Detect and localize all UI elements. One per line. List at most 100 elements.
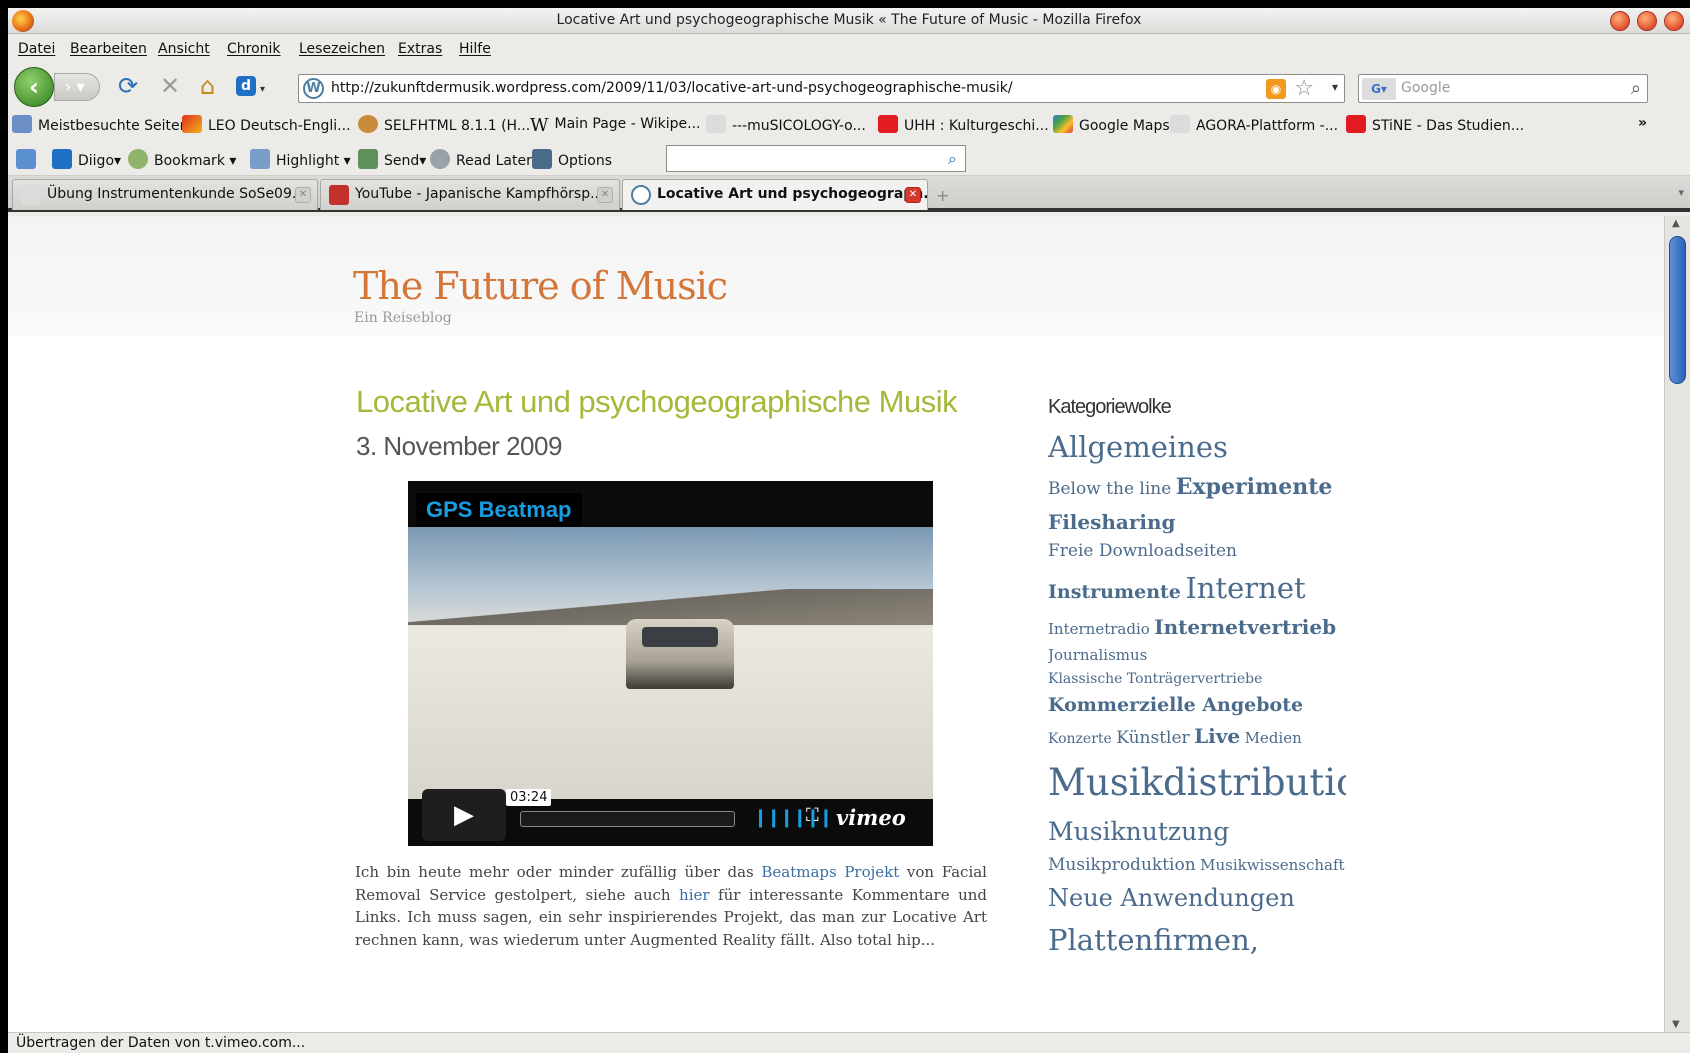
- minimize-button[interactable]: [1610, 11, 1630, 31]
- new-tab-icon[interactable]: +: [936, 186, 949, 205]
- forward-button[interactable]: › ▾: [54, 73, 100, 101]
- fullscreen-icon[interactable]: ⛶: [806, 805, 819, 826]
- bookmark-selfhtml[interactable]: SELFHTML 8.1.1 (H...: [358, 115, 530, 134]
- bookmark-meistbesuchte[interactable]: Meistbesuchte Seiten: [12, 115, 189, 134]
- diigo-menu-button[interactable]: Diigo▾: [52, 149, 121, 169]
- category-tag[interactable]: Kommerzielle Angebote: [1048, 694, 1303, 716]
- wordpress-site-icon[interactable]: W: [303, 78, 324, 99]
- vertical-scrollbar[interactable]: ▲ ▼: [1664, 216, 1690, 1032]
- tab-list-icon[interactable]: ▾: [1678, 186, 1684, 199]
- status-text: Übertragen der Daten von t.vimeo.com...: [16, 1035, 306, 1051]
- bookmarks-toolbar: Meistbesuchte Seiten LEO Deutsch-Engli..…: [8, 108, 1690, 140]
- category-tag[interactable]: Medien: [1245, 729, 1302, 747]
- status-bar: Übertragen der Daten von t.vimeo.com...: [8, 1032, 1690, 1053]
- diigo-read-later-button[interactable]: Read Later: [430, 149, 532, 169]
- category-tag[interactable]: Journalismus: [1048, 646, 1147, 664]
- category-tag[interactable]: Musikdistribution: [1048, 761, 1346, 804]
- vimeo-logo[interactable]: vimeo: [836, 805, 906, 830]
- bookmark-agora[interactable]: AGORA-Plattform -...: [1170, 115, 1338, 134]
- category-tag[interactable]: Internetradio: [1048, 620, 1150, 638]
- back-button[interactable]: ‹: [14, 67, 54, 107]
- diigo-icon[interactable]: d: [236, 76, 256, 96]
- tab-youtube[interactable]: YouTube - Japanische Kampfhörsp... ✕: [320, 179, 620, 210]
- category-tag[interactable]: Musiknutzung: [1048, 817, 1229, 846]
- tab-close-icon[interactable]: ✕: [905, 187, 921, 203]
- bookmark-star-icon[interactable]: ☆: [1294, 76, 1314, 101]
- stop-icon[interactable]: ✕: [160, 74, 180, 98]
- category-tag[interactable]: Klassische Tonträgervertriebe: [1048, 671, 1262, 687]
- post-body: Ich bin heute mehr oder minder zufällig …: [355, 863, 988, 949]
- category-tag[interactable]: Musikproduktion: [1048, 855, 1196, 875]
- category-cloud: Allgemeines Below the line Experimente F…: [1048, 424, 1346, 1032]
- blog-title[interactable]: The Future of Music: [353, 264, 728, 308]
- bookmark-musicology[interactable]: ---muSICOLOGY-o...: [706, 115, 866, 134]
- menu-datei[interactable]: Datei: [18, 41, 55, 57]
- tab-locative-art[interactable]: Locative Art und psychogeograph... ✕: [622, 179, 928, 210]
- google-engine-icon[interactable]: G▾: [1362, 78, 1396, 100]
- bookmarks-overflow-button[interactable]: »: [1638, 115, 1647, 131]
- category-tag[interactable]: Musikwissenschaft: [1200, 856, 1344, 874]
- send-icon: [358, 149, 378, 169]
- category-tag[interactable]: Internet: [1185, 571, 1305, 605]
- diigo-toolbar: Diigo▾ Bookmark ▾ Highlight ▾ Send▾ Read…: [8, 140, 1690, 176]
- tab-close-icon[interactable]: ✕: [597, 187, 613, 203]
- url-history-dropdown-icon[interactable]: ▾: [1332, 80, 1338, 94]
- close-window-button[interactable]: [1664, 11, 1684, 31]
- search-placeholder[interactable]: Google: [1401, 80, 1450, 96]
- category-tag[interactable]: Live: [1194, 724, 1240, 748]
- menu-ansicht[interactable]: Ansicht: [158, 41, 210, 57]
- scroll-up-icon[interactable]: ▲: [1672, 218, 1680, 229]
- menu-hilfe[interactable]: Hilfe: [459, 41, 491, 57]
- menu-bar: Datei Bearbeiten Ansicht Chronik Lesezei…: [8, 34, 1690, 64]
- category-tag[interactable]: Below the line: [1048, 479, 1171, 499]
- tab-close-icon[interactable]: ✕: [295, 187, 311, 203]
- post-title[interactable]: Locative Art und psychogeographische Mus…: [356, 384, 958, 420]
- navigation-toolbar: ‹ › ▾ ⟳ ✕ ⌂ d ▾ W http://zukunftdermusik…: [8, 64, 1690, 108]
- video-player[interactable]: GPS Beatmap ▶ 03:24 ❙❙❙❙❙❙ ⛶ vimeo: [408, 481, 933, 846]
- hier-link[interactable]: hier: [679, 886, 710, 904]
- category-tag[interactable]: Internetvertrieb: [1154, 615, 1336, 639]
- rss-feed-icon[interactable]: ◉: [1266, 79, 1286, 99]
- scrollbar-thumb[interactable]: [1669, 236, 1686, 384]
- search-icon[interactable]: ⌕: [948, 149, 957, 169]
- bookmark-uhh[interactable]: UHH : Kulturgeschi...: [878, 115, 1049, 134]
- diigo-search-input[interactable]: ⌕: [666, 145, 966, 172]
- category-tag[interactable]: Künstler: [1116, 728, 1189, 748]
- beatmaps-link[interactable]: Beatmaps Projekt: [761, 863, 899, 881]
- category-tag[interactable]: Freie Downloadseiten: [1048, 541, 1237, 561]
- category-tag[interactable]: Neue Anwendungen: [1048, 884, 1295, 912]
- category-tag[interactable]: Plattenfirmen,: [1048, 923, 1259, 957]
- home-icon[interactable]: ⌂: [200, 74, 215, 98]
- menu-lesezeichen[interactable]: Lesezeichen: [299, 41, 385, 57]
- category-tag[interactable]: Konzerte: [1048, 731, 1112, 747]
- menu-bearbeiten[interactable]: Bearbeiten: [70, 41, 147, 57]
- search-bar[interactable]: G▾ Google ⌕: [1358, 74, 1648, 103]
- url-text[interactable]: http://zukunftdermusik.wordpress.com/200…: [331, 80, 1013, 96]
- chevron-down-icon[interactable]: ▾: [260, 78, 265, 102]
- bookmark-wikipedia[interactable]: W Main Page - Wikipe...: [530, 115, 701, 136]
- diigo-send-button[interactable]: Send▾: [358, 149, 426, 169]
- bookmark-leo[interactable]: LEO Deutsch-Engli...: [182, 115, 351, 134]
- category-tag[interactable]: Experimente: [1176, 474, 1333, 500]
- search-icon[interactable]: ⌕: [1631, 78, 1641, 99]
- video-progress-track[interactable]: [520, 811, 735, 827]
- bookmark-stine[interactable]: STiNE - Das Studien...: [1346, 115, 1524, 134]
- category-tag[interactable]: Allgemeines: [1048, 430, 1228, 464]
- tab-uebung[interactable]: Übung Instrumentenkunde SoSe09... ✕: [12, 179, 318, 210]
- maximize-button[interactable]: [1637, 11, 1657, 31]
- video-title[interactable]: GPS Beatmap: [416, 493, 582, 527]
- diigo-options-button[interactable]: Options: [532, 149, 612, 169]
- menu-extras[interactable]: Extras: [398, 41, 442, 57]
- diigo-highlight-button[interactable]: Highlight ▾: [250, 149, 351, 169]
- scroll-down-icon[interactable]: ▼: [1672, 1019, 1680, 1030]
- address-bar[interactable]: W http://zukunftdermusik.wordpress.com/2…: [298, 74, 1345, 103]
- diigo-bookmark-button[interactable]: Bookmark ▾: [128, 149, 236, 169]
- category-tag[interactable]: Instrumente: [1048, 581, 1181, 603]
- category-tag[interactable]: Filesharing: [1048, 510, 1176, 534]
- play-button[interactable]: ▶: [422, 789, 506, 841]
- bookmark-google-maps[interactable]: Google Maps: [1053, 115, 1170, 134]
- diigo-sidebar-icon[interactable]: [16, 149, 42, 169]
- reload-icon[interactable]: ⟳: [118, 74, 138, 98]
- menu-chronik[interactable]: Chronik: [227, 41, 281, 57]
- volume-icon[interactable]: ❙❙❙❙❙❙: [753, 807, 833, 828]
